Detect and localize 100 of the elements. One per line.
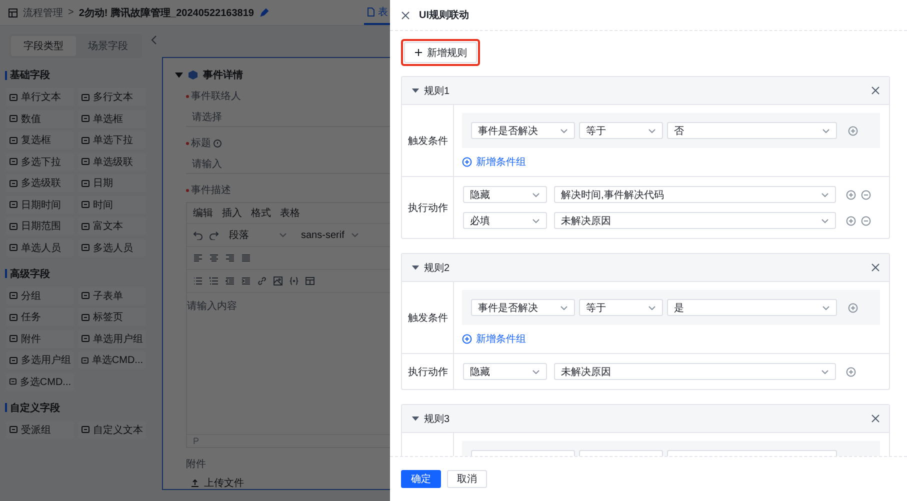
editor-text-area[interactable]: 请输入内容 [187, 293, 390, 434]
add-circle-icon [462, 334, 472, 344]
field-type-icon [81, 356, 89, 364]
chevron-down-icon [822, 128, 830, 134]
select-field[interactable]: 未解决原因 [554, 212, 836, 229]
remove-circle-icon[interactable] [861, 216, 871, 226]
select-field[interactable]: 是 [667, 299, 837, 316]
select-field[interactable]: 隐藏 [463, 186, 547, 203]
indent-icon[interactable] [241, 276, 251, 286]
confirm-button[interactable]: 确定 [401, 470, 441, 488]
editor-menu[interactable]: 格式 [251, 206, 271, 220]
field-type-icon [9, 334, 18, 343]
add-circle-icon[interactable] [848, 302, 858, 312]
outdent-icon[interactable] [225, 276, 235, 286]
row-label: 执行动作 [402, 177, 454, 238]
align-right-icon[interactable] [225, 253, 235, 263]
upload-button[interactable]: 上传文件 [186, 476, 244, 489]
chevron-down-icon [532, 218, 540, 224]
field-label: 标题 [191, 136, 211, 150]
chevron-down-icon [532, 368, 540, 374]
add-circle-icon[interactable] [846, 366, 856, 376]
format-dropdown[interactable]: 段落 [225, 228, 291, 242]
field-type-icon [81, 334, 90, 343]
delete-rule-icon[interactable] [871, 263, 880, 272]
field-type-icon [81, 425, 90, 434]
select-field[interactable]: 等于 [579, 122, 663, 139]
remove-circle-icon[interactable] [861, 190, 871, 200]
code-braces-icon[interactable] [289, 276, 299, 286]
field-type-icon [81, 312, 90, 322]
delete-rule-icon[interactable] [871, 414, 880, 423]
edit-icon[interactable] [258, 8, 269, 18]
select-field[interactable]: 必填 [463, 212, 547, 229]
caret-down-icon[interactable] [175, 71, 183, 79]
plus-icon [414, 48, 423, 57]
select-field[interactable]: 事件是否解决 [471, 299, 575, 316]
breadcrumb-link[interactable]: 流程管理 [23, 6, 63, 20]
field-type-icon [9, 222, 18, 230]
redo-icon[interactable] [209, 230, 219, 240]
section-marker [5, 70, 7, 80]
caret-down-icon[interactable] [412, 264, 419, 271]
add-rule-button[interactable]: 新增规则 [404, 42, 477, 63]
add-circle-icon [462, 157, 472, 167]
chevron-down-icon [648, 128, 656, 134]
add-condition-group-link[interactable]: 新增条件组 [462, 156, 526, 168]
field-label: 附件 [186, 458, 206, 471]
field-type-icon [9, 377, 17, 386]
sidebar-tab[interactable]: 场景字段 [76, 36, 140, 56]
image-icon[interactable] [273, 276, 283, 286]
flow-icon[interactable] [8, 8, 18, 18]
section-marker [5, 403, 7, 412]
align-left-icon[interactable] [193, 253, 203, 263]
table-icon[interactable] [305, 276, 315, 286]
select-field[interactable]: 否 [667, 122, 837, 139]
drawer-title: UI规则联动 [419, 8, 469, 22]
caret-down-icon[interactable] [412, 87, 419, 94]
collapse-icon[interactable] [150, 35, 158, 45]
cancel-button[interactable]: 取消 [447, 470, 487, 488]
select-field[interactable]: 解决时间,事件解决代码 [554, 186, 836, 203]
breadcrumb-separator: > [68, 7, 74, 18]
undo-icon[interactable] [193, 230, 203, 240]
row-label: 执行动作 [402, 354, 454, 389]
field-type-icon [81, 157, 90, 166]
rule-title: 规则2 [424, 262, 451, 274]
rule-title: 规则1 [424, 84, 451, 98]
document-icon [366, 6, 376, 16]
link-icon[interactable] [257, 276, 267, 286]
sidebar-tab[interactable]: 字段类型 [11, 36, 76, 56]
align-center-icon[interactable] [209, 253, 219, 263]
select-field[interactable]: 未解决原因 [554, 363, 836, 380]
section-title: 高级字段 [10, 267, 50, 280]
numbered-list-icon[interactable] [209, 276, 219, 286]
chevron-down-icon [821, 192, 829, 198]
format-dropdown[interactable]: sans-serif [297, 230, 363, 240]
editor-menu[interactable]: 插入 [222, 206, 242, 220]
delete-rule-icon[interactable] [871, 86, 880, 95]
field-type-icon [81, 178, 90, 188]
field-type-icon [81, 136, 90, 144]
add-condition-group-link[interactable]: 新增条件组 [462, 333, 526, 345]
bullet-list-icon[interactable] [193, 276, 203, 286]
caret-down-icon[interactable] [412, 415, 419, 422]
select-field[interactable]: 事件是否解决 [471, 122, 575, 139]
select-field[interactable]: 等于 [579, 299, 663, 316]
justify-icon[interactable] [241, 253, 251, 263]
field-type-icon [9, 356, 18, 364]
add-circle-icon[interactable] [846, 190, 856, 200]
cube-icon [188, 70, 198, 80]
editor-menu[interactable]: 表格 [280, 206, 300, 220]
field-type-icon [81, 222, 90, 230]
row-label: 触发条件 [402, 282, 454, 353]
page-title: 2勿动! 腾讯故障管理_20240522163819 [78, 6, 254, 20]
add-circle-icon[interactable] [848, 126, 858, 136]
close-icon[interactable] [401, 10, 410, 20]
chevron-down-icon [821, 218, 829, 224]
select-field[interactable]: 隐藏 [463, 363, 547, 380]
upload-icon [190, 478, 200, 488]
editor-menu[interactable]: 编辑 [193, 206, 213, 220]
field-type-icon [9, 136, 18, 144]
field-type-icon [9, 200, 18, 209]
field-type-icon [9, 92, 18, 102]
add-circle-icon[interactable] [846, 216, 856, 226]
